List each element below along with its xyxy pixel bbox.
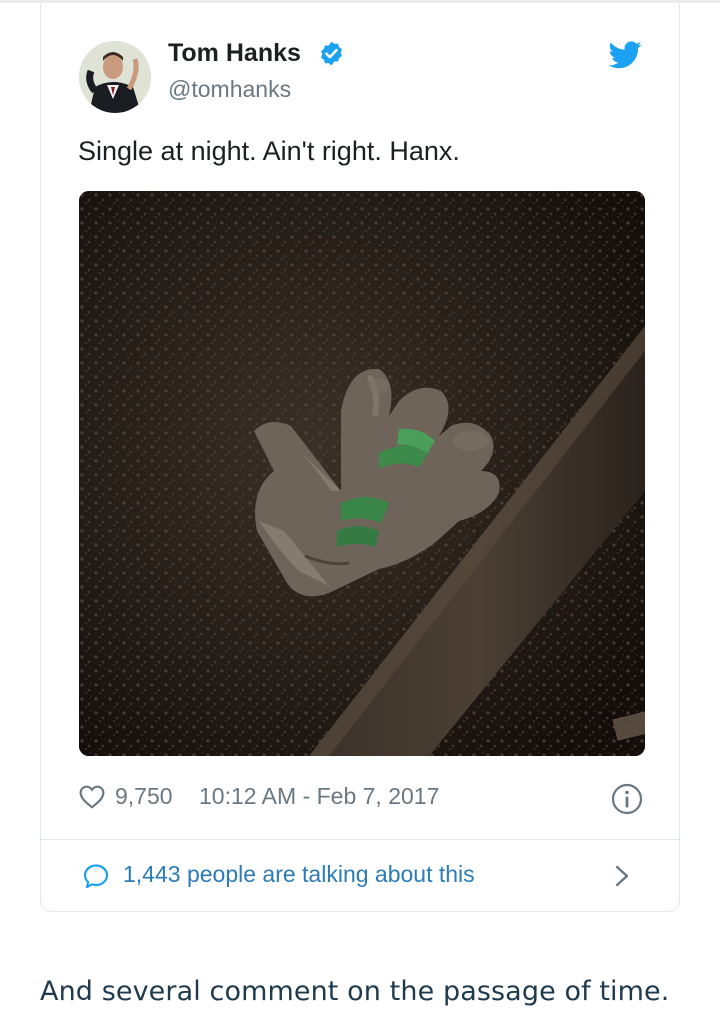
conversation-label[interactable]: 1,443 people are talking about this — [123, 861, 475, 888]
tweet-timestamp[interactable]: 10:12 AM - Feb 7, 2017 — [199, 783, 439, 810]
tweet-meta-row: 9,750 10:12 AM - Feb 7, 2017 — [79, 781, 645, 815]
author-avatar[interactable] — [79, 41, 151, 113]
author-handle[interactable]: @tomhanks — [168, 76, 291, 103]
twitter-bird-icon[interactable] — [609, 41, 642, 69]
chat-bubble-icon — [83, 864, 109, 889]
embedded-tweet-card[interactable]: Tom Hanks @tomhanks Single at night. Ain… — [40, 3, 680, 912]
like-count[interactable]: 9,750 — [115, 783, 173, 810]
tweet-photo[interactable] — [79, 191, 645, 756]
info-icon[interactable] — [611, 783, 643, 815]
heart-icon[interactable] — [79, 785, 105, 809]
author-display-name[interactable]: Tom Hanks — [168, 39, 301, 68]
card-divider — [41, 839, 679, 840]
chevron-right-icon — [615, 865, 629, 887]
conversation-link[interactable]: 1,443 people are talking about this — [79, 855, 645, 895]
verified-badge-icon — [321, 41, 342, 66]
article-caption: And several comment on the passage of ti… — [40, 976, 670, 1007]
tweet-text: Single at night. Ain't right. Hanx. — [78, 136, 460, 166]
